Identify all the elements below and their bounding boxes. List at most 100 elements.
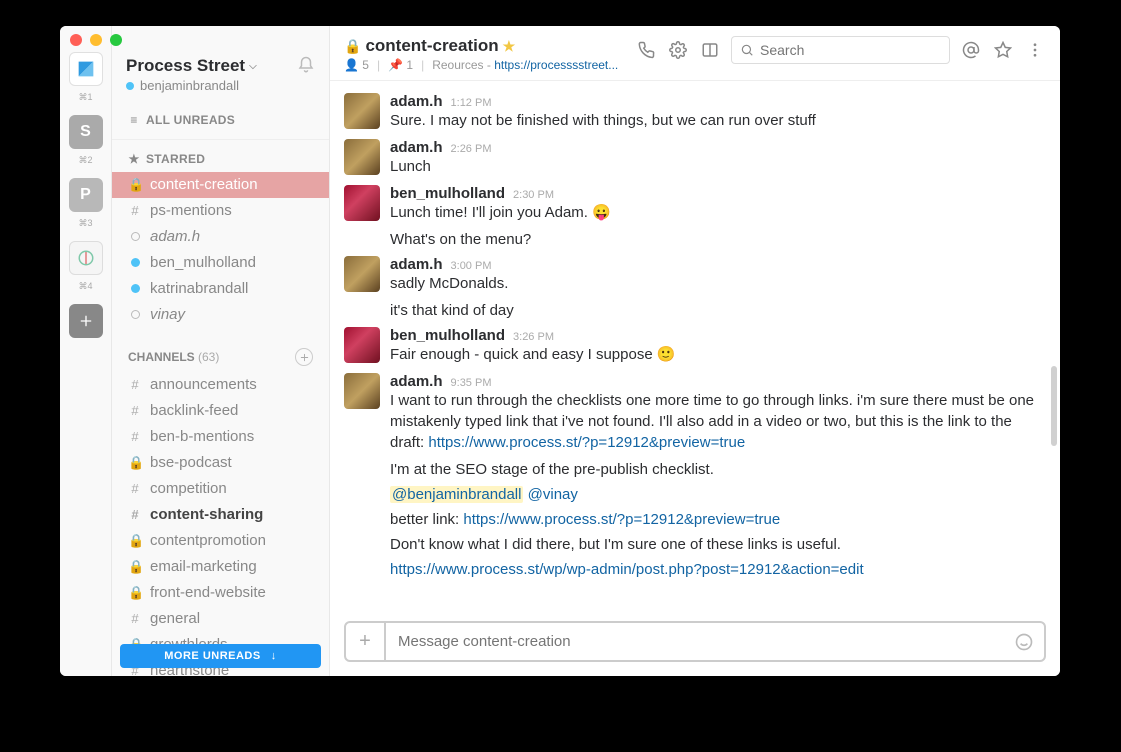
hash-icon: # — [128, 478, 142, 500]
search-icon — [740, 43, 754, 57]
hash-icon: # — [128, 400, 142, 422]
message-user[interactable]: ben_mulholland — [390, 327, 505, 344]
channels-header[interactable]: CHANNELS (63) — [112, 342, 329, 372]
sidebar-item-label: ben-b-mentions — [150, 426, 254, 448]
sidebar-item-label: announcements — [150, 374, 257, 396]
message-input[interactable] — [386, 623, 1004, 660]
member-count: 5 — [362, 58, 369, 72]
mention[interactable]: @vinay — [528, 486, 578, 503]
message: adam.h 3:00 PM sadly McDonalds. — [344, 252, 1046, 298]
search-input[interactable] — [760, 42, 941, 58]
lock-icon: 🔒 — [128, 530, 142, 552]
avatar[interactable] — [344, 256, 380, 292]
add-workspace[interactable] — [69, 304, 103, 338]
all-unreads[interactable]: ≡ ALL UNREADS — [112, 107, 329, 133]
star-icon[interactable]: ★ — [503, 38, 516, 55]
more-button[interactable] — [1024, 39, 1046, 61]
attach-button[interactable]: + — [346, 623, 386, 660]
all-unreads-label: ALL UNREADS — [146, 113, 235, 127]
slack-window: ⌘1 S ⌘2 P ⌘3 ⌘4 Process Street ⌵ — [60, 26, 1060, 676]
notifications-button[interactable] — [297, 56, 315, 79]
starred-label: STARRED — [146, 152, 205, 166]
mention[interactable]: @benjaminbrandall — [390, 486, 523, 503]
presence-away-icon — [128, 304, 142, 326]
sidebar-item-email-marketing[interactable]: 🔒 email-marketing — [112, 554, 329, 580]
sidebar-item-announcements[interactable]: # announcements — [112, 372, 329, 398]
workspace-shortcut: ⌘4 — [78, 281, 92, 292]
workspace-shortcut: ⌘1 — [78, 92, 92, 103]
close-window[interactable] — [70, 34, 82, 46]
channel-name-label: content-creation — [365, 36, 498, 56]
sidebar-item-label: bse-podcast — [150, 452, 232, 474]
zoom-window[interactable] — [110, 34, 122, 46]
lock-icon: 🔒 — [344, 38, 361, 55]
topic-label: Reources - — [432, 58, 494, 72]
workspace-p[interactable]: P — [69, 178, 103, 212]
arrow-down-icon: ↓ — [271, 650, 277, 662]
message-link[interactable]: https://www.process.st/?p=12912&preview=… — [463, 511, 780, 528]
add-channel-button[interactable] — [295, 348, 313, 366]
sidebar-item-adam.h[interactable]: adam.h — [112, 224, 329, 250]
message-user[interactable]: adam.h — [390, 373, 443, 390]
pins-icon[interactable]: 📌 1 — [388, 58, 413, 72]
channel-name[interactable]: 🔒 content-creation ★ — [344, 36, 618, 56]
minimize-window[interactable] — [90, 34, 102, 46]
message-link[interactable]: https://www.process.st/?p=12912&preview=… — [428, 434, 745, 451]
sidebar-item-front-end-website[interactable]: 🔒 front-end-website — [112, 580, 329, 606]
emoji-button[interactable] — [1004, 623, 1044, 660]
more-unreads-button[interactable]: MORE UNREADS ↓ — [120, 644, 321, 668]
hash-icon: # — [128, 426, 142, 448]
avatar[interactable] — [344, 185, 380, 221]
mentions-button[interactable] — [960, 39, 982, 61]
sidebar-item-general[interactable]: # general — [112, 606, 329, 632]
message-composer: + — [344, 621, 1046, 662]
starred-items-button[interactable] — [992, 39, 1014, 61]
sidebar-item-content-sharing[interactable]: # content-sharing — [112, 502, 329, 528]
message-text: @benjaminbrandall @vinay — [390, 482, 1046, 507]
workspace-s[interactable]: S — [69, 115, 103, 149]
hash-icon: # — [128, 374, 142, 396]
details-button[interactable] — [699, 39, 721, 61]
message-user[interactable]: ben_mulholland — [390, 185, 505, 202]
sidebar-item-content-creation[interactable]: 🔒 content-creation — [112, 172, 329, 198]
sidebar-item-label: adam.h — [150, 226, 200, 248]
sidebar-item-bse-podcast[interactable]: 🔒 bse-podcast — [112, 450, 329, 476]
topic-link[interactable]: https://processsstreet... — [494, 58, 618, 72]
members-icon[interactable]: 👤 5 — [344, 58, 369, 72]
avatar[interactable] — [344, 327, 380, 363]
search-box[interactable] — [731, 36, 950, 64]
call-button[interactable] — [635, 39, 657, 61]
message-list[interactable]: adam.h 1:12 PM Sure. I may not be finish… — [330, 81, 1060, 615]
avatar[interactable] — [344, 139, 380, 175]
message-user[interactable]: adam.h — [390, 93, 443, 110]
message-user[interactable]: adam.h — [390, 256, 443, 273]
avatar[interactable] — [344, 373, 380, 409]
sidebar-item-ben-b-mentions[interactable]: # ben-b-mentions — [112, 424, 329, 450]
sidebar-item-vinay[interactable]: vinay — [112, 302, 329, 328]
sidebar-item-ps-mentions[interactable]: # ps-mentions — [112, 198, 329, 224]
channels-label: CHANNELS — [128, 350, 195, 364]
current-user[interactable]: benjaminbrandall — [126, 78, 257, 93]
sidebar-item-label: ps-mentions — [150, 200, 232, 222]
lock-icon: 🔒 — [128, 174, 142, 196]
workspace-name[interactable]: Process Street ⌵ — [126, 56, 257, 76]
message-user[interactable]: adam.h — [390, 139, 443, 156]
message-text: sadly McDonalds. — [390, 273, 1046, 294]
avatar[interactable] — [344, 93, 380, 129]
workspace-shortcut: ⌘3 — [78, 218, 92, 229]
sidebar-item-competition[interactable]: # competition — [112, 476, 329, 502]
workspace-shortcut: ⌘2 — [78, 155, 92, 166]
sidebar-item-katrinabrandall[interactable]: katrinabrandall — [112, 276, 329, 302]
presence-away-icon — [128, 226, 142, 248]
message-time: 2:30 PM — [513, 189, 554, 201]
scrollbar[interactable] — [1051, 366, 1057, 446]
sidebar: Process Street ⌵ benjaminbrandall ≡ ALL … — [112, 26, 330, 676]
sidebar-item-backlink-feed[interactable]: # backlink-feed — [112, 398, 329, 424]
lock-icon: 🔒 — [128, 582, 142, 604]
workspace-process-street[interactable] — [69, 52, 103, 86]
message-link[interactable]: https://www.process.st/wp/wp-admin/post.… — [390, 561, 864, 578]
sidebar-item-contentpromotion[interactable]: 🔒 contentpromotion — [112, 528, 329, 554]
sidebar-item-ben_mulholland[interactable]: ben_mulholland — [112, 250, 329, 276]
workspace-4[interactable] — [69, 241, 103, 275]
settings-button[interactable] — [667, 39, 689, 61]
